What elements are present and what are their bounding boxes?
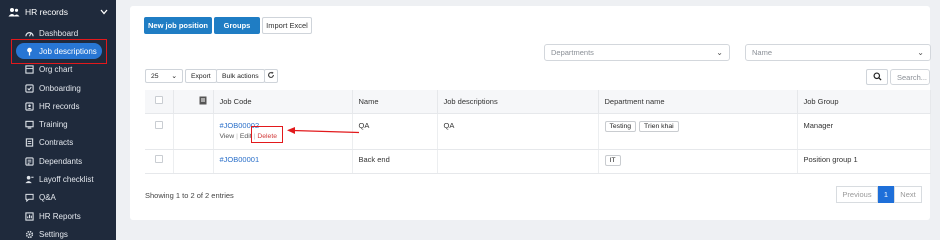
row-select-cell [145,149,174,174]
sidebar-item-label: Q&A [39,193,56,203]
column-header-department-name[interactable]: Department name [598,90,798,114]
sidebar-section-hr-records[interactable]: HR records [0,0,116,24]
job-group-cell: Position group 1 [797,149,931,174]
select-all-checkbox[interactable] [154,96,163,105]
dependants-icon [24,156,34,166]
import-excel-button[interactable]: Import Excel [262,17,312,34]
training-icon [24,120,34,130]
sidebar-item-hr-records[interactable]: HR records [0,97,116,115]
job-group-cell: Manager [797,113,931,150]
departments-select[interactable]: Departments ⌄ [544,44,730,61]
export-button[interactable]: Export [185,69,217,83]
sidebar-item-label: Dashboard [39,28,79,38]
user-minus-icon [24,175,34,185]
sidebar-item-label: HR Reports [39,211,81,221]
name-cell: QA [352,113,438,150]
name-select[interactable]: Name ⌄ [745,44,931,61]
page-1-button[interactable]: 1 [878,186,894,203]
chevron-down-icon: ⌄ [716,48,723,57]
table-header-row: Job Code Name Job descriptions Departmen… [145,90,931,114]
sidebar-item-label: Settings [39,229,68,239]
sidebar-item-contracts[interactable]: Contracts [0,134,116,152]
report-icon [24,211,34,221]
name-placeholder: Name [752,48,773,57]
department-cell: Testing Trien khai [598,113,798,150]
column-header-name[interactable]: Name [352,90,438,114]
job-code-cell: #JOB00001 [213,149,353,174]
page-size-select[interactable]: 25 ⌄ [145,69,183,83]
sidebar-item-layoff-checklist[interactable]: Layoff checklist [0,170,116,188]
org-chart-icon [24,65,34,75]
name-cell: Back end [352,149,438,174]
new-job-position-button[interactable]: New job position [144,17,212,34]
job-code-link[interactable]: #JOB00001 [220,155,346,164]
sidebar-item-label: Layoff checklist [39,175,94,185]
next-page-button[interactable]: Next [894,186,922,203]
table-row: #JOB00001 Back end IT Position group 1 [145,149,931,174]
sidebar-item-dependants[interactable]: Dependants [0,152,116,170]
onboarding-icon [24,83,34,93]
description-cell [437,149,599,174]
pin-icon [24,46,34,56]
column-header-job-descriptions[interactable]: Job descriptions [437,90,599,114]
chevron-down-icon[interactable] [100,7,108,17]
highlight-box-delete [251,126,283,143]
row-select-cell [145,113,174,150]
chevron-down-icon: ⌄ [171,73,177,80]
page-size-value: 25 [151,72,159,80]
people-icon [8,7,20,17]
refresh-button[interactable] [264,69,278,83]
search-icon [872,71,882,83]
column-header-job-code[interactable]: Job Code [213,90,353,114]
chevron-down-icon: ⌄ [917,48,924,57]
departments-placeholder: Departments [551,48,594,57]
refresh-icon [267,71,275,81]
id-card-icon [24,101,34,111]
sidebar-item-label: Dependants [39,156,83,166]
department-tag: Testing [604,120,637,132]
gear-icon [24,229,34,239]
groups-button[interactable]: Groups [214,17,260,34]
bulk-actions-button[interactable]: Bulk actions [216,69,265,83]
sidebar-header-label: HR records [25,7,68,17]
description-cell: QA [437,113,599,150]
search-button[interactable] [866,69,888,85]
search-placeholder: Search... [897,72,928,82]
dashboard-icon [24,28,34,38]
entries-summary: Showing 1 to 2 of 2 entries [145,191,234,200]
edit-link[interactable]: Edit [240,133,252,140]
view-link[interactable]: View [220,133,235,140]
main-panel: New job position Groups Import Excel Dep… [130,6,931,220]
sidebar-item-hr-reports[interactable]: HR Reports [0,207,116,225]
sidebar-item-training[interactable]: Training [0,115,116,133]
sidebar: HR records Dashboard Job descriptions Or… [0,0,116,240]
column-visibility-icon[interactable] [199,96,207,107]
previous-page-button[interactable]: Previous [836,186,878,203]
qa-icon [24,193,34,203]
sidebar-item-onboarding[interactable]: Onboarding [0,79,116,97]
row-checkbox[interactable] [154,120,163,129]
department-cell: IT [598,149,798,174]
sidebar-item-label: HR records [39,101,80,111]
search-input[interactable]: Search... [890,69,930,85]
select-all-cell [145,90,174,114]
annotation-arrow [287,127,360,134]
department-tag: IT [604,154,621,166]
empty-cell [173,113,214,150]
sidebar-item-label: Training [39,120,68,130]
column-toggle-cell [173,90,214,114]
sidebar-item-label: Contracts [39,138,74,148]
sidebar-item-label: Job descriptions [39,46,97,56]
sidebar-item-settings[interactable]: Settings [0,225,116,240]
column-header-job-group[interactable]: Job Group [797,90,931,114]
row-checkbox[interactable] [154,154,163,163]
sidebar-item-label: Onboarding [39,83,81,93]
empty-cell [173,149,214,174]
sidebar-item-qa[interactable]: Q&A [0,189,116,207]
department-tag: Trien khai [639,120,679,132]
contract-icon [24,138,34,148]
sidebar-item-label: Org chart [39,65,73,75]
